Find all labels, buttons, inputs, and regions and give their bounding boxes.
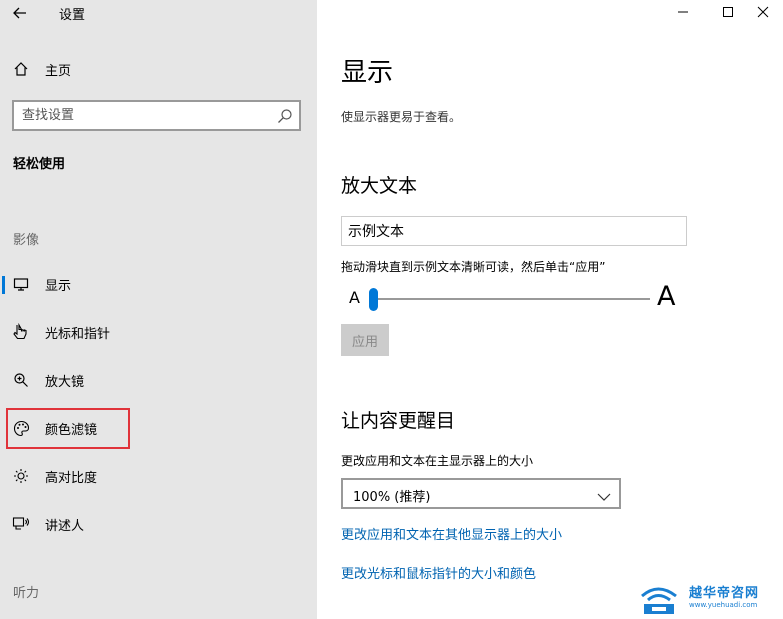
- chevron-down-icon: [597, 488, 611, 501]
- large-a-label: A: [657, 281, 676, 312]
- page-title: 显示: [341, 58, 394, 88]
- slider-hint: 拖动滑块直到示例文本清晰可读，然后单击“应用”: [341, 260, 606, 274]
- app-title: 设置: [59, 8, 86, 23]
- group-header-hearing: 听力: [13, 586, 40, 601]
- sidebar-item-label: 高对比度: [45, 470, 98, 486]
- scale-dropdown-value: 100% (推荐): [353, 490, 431, 505]
- sidebar-item-narrator[interactable]: 讲述人: [0, 504, 317, 544]
- scale-dropdown[interactable]: 100% (推荐): [341, 478, 621, 509]
- close-button[interactable]: [743, 0, 783, 24]
- sidebar-item-display[interactable]: 显示: [0, 264, 317, 304]
- back-arrow-icon: [13, 7, 26, 19]
- sidebar-item-label: 显示: [45, 278, 72, 294]
- small-a-label: A: [349, 288, 360, 307]
- link-other-displays[interactable]: 更改应用和文本在其他显示器上的大小: [341, 524, 562, 543]
- sidebar-item-label: 主页: [45, 63, 72, 79]
- page-subtitle: 使显示器更易于查看。: [341, 110, 462, 124]
- sidebar: 设置 主页 轻松使用 影像 显示 光标和指针 放大镜 颜色: [0, 0, 317, 619]
- watermark-url: www.yuehuadi.com: [689, 601, 758, 609]
- sidebar-item-label: 光标和指针: [45, 326, 111, 342]
- sidebar-item-high-contrast[interactable]: 高对比度: [0, 456, 317, 496]
- minimize-icon: [678, 11, 688, 13]
- sidebar-item-home[interactable]: 主页: [0, 49, 317, 89]
- narrator-icon: [12, 515, 30, 533]
- text-size-slider-track[interactable]: [373, 298, 650, 300]
- text-size-slider-thumb[interactable]: [368, 288, 378, 311]
- category-title: 轻松使用: [13, 157, 66, 172]
- minimize-button[interactable]: [663, 0, 703, 24]
- watermark-text: 越华帝咨网: [689, 586, 760, 601]
- maximize-button[interactable]: [708, 0, 748, 24]
- sidebar-item-label: 讲述人: [45, 518, 85, 534]
- sidebar-item-cursor[interactable]: 光标和指针: [0, 312, 317, 352]
- section-title-text-size: 放大文本: [341, 175, 418, 197]
- apply-button[interactable]: 应用: [341, 324, 389, 356]
- maximize-icon: [723, 7, 733, 17]
- close-icon: [757, 6, 769, 18]
- search-input[interactable]: [22, 105, 272, 126]
- search-icon[interactable]: [277, 108, 293, 124]
- monitor-icon: [12, 275, 30, 293]
- sample-text-box: 示例文本: [341, 216, 687, 246]
- back-button[interactable]: [8, 2, 32, 24]
- pointer-icon: [12, 323, 30, 341]
- highlight-box: [6, 408, 130, 449]
- brightness-icon: [12, 467, 30, 485]
- magnifier-icon: [12, 371, 30, 389]
- group-header-vision: 影像: [13, 233, 40, 248]
- scale-label: 更改应用和文本在主显示器上的大小: [341, 454, 534, 468]
- section-title-content: 让内容更醒目: [341, 410, 456, 432]
- sidebar-item-magnifier[interactable]: 放大镜: [0, 360, 317, 400]
- search-box[interactable]: [12, 100, 301, 131]
- sidebar-item-label: 放大镜: [45, 374, 85, 390]
- home-icon: [12, 60, 30, 78]
- link-cursor-size[interactable]: 更改光标和鼠标指针的大小和颜色: [341, 563, 536, 582]
- main-content: 显示 使显示器更易于查看。 放大文本 示例文本 拖动滑块直到示例文本清晰可读，然…: [317, 0, 783, 619]
